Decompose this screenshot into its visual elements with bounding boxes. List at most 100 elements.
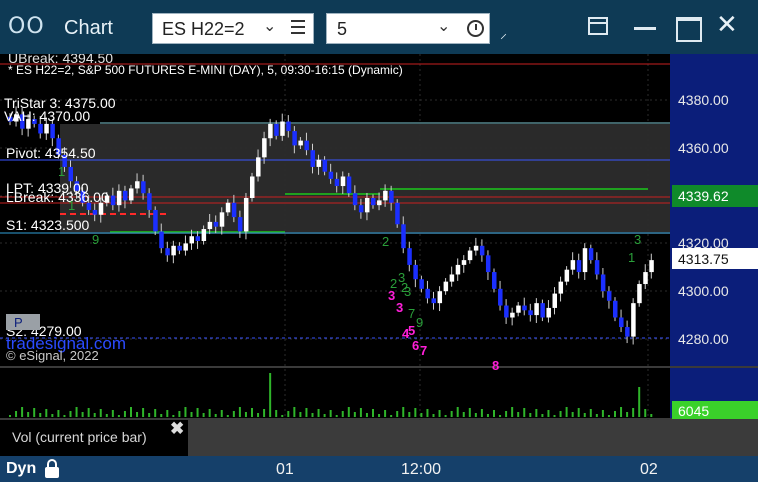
s1-label: S1: 4323.500 [6,217,90,233]
candle-body [558,281,564,294]
pin-icon[interactable]: ⸝ [500,24,532,56]
candle-body [492,272,497,289]
volume-bar [105,414,108,417]
chevron-down-icon[interactable]: ⌄ [437,16,450,36]
volume-bar [130,407,132,417]
menu-icon[interactable] [291,20,305,38]
volume-bar [21,407,24,417]
candle-body [606,291,612,301]
volume-bar [136,412,139,417]
candle-body [292,131,297,146]
volume-bar [323,414,326,417]
volume-bar [317,409,320,417]
candle-body [207,221,213,230]
volume-bar [523,408,526,417]
candle-body [213,221,219,227]
clock-icon[interactable] [467,20,484,37]
window-title-bar: OO Chart ES H22=2 ⌄ 5 ⌄ ⸝ ✕ [0,0,758,54]
candle-body [298,140,303,146]
volume-bar [480,409,483,417]
price-chart[interactable]: UBreak: 4394.50 * ES H22=2, S&P 500 FUTU… [0,54,758,456]
volume-bar [329,410,332,417]
volume-bar [505,411,508,417]
volume-bar [626,412,629,417]
candle-body [600,274,606,292]
volume-bar [468,408,471,417]
volume-bar [196,408,199,417]
candle-body [516,305,521,313]
volume-bar [160,414,163,417]
candle-body [371,197,376,206]
interval-input[interactable]: 5 ⌄ [326,13,490,44]
volume-legend-label: Vol (current price bar) [12,429,147,445]
volume-legend[interactable]: Vol (current price bar) ✖ [4,419,188,454]
candle-body [443,281,449,292]
volume-bar [535,409,538,417]
volume-bar [553,415,556,417]
sequence-marker: 1 [68,198,75,213]
candle-body [340,176,346,187]
page-setup-icon[interactable] [584,12,616,44]
candle-body [268,123,273,139]
volume-bar [269,373,272,417]
volume-bar [559,411,562,417]
candle-body [286,121,291,132]
price-tick: 4360.00 [678,140,729,156]
volume-bar [372,409,374,417]
candle-body [159,231,164,249]
volume-bar [244,412,247,417]
p-badge[interactable] [6,314,40,330]
volume-bar [359,408,362,417]
volume-bar [9,415,11,417]
volume-bar [335,415,338,417]
candle-body [310,150,315,167]
candle-body [122,190,128,201]
candle-body [177,245,182,251]
candle-body [383,190,388,201]
sequence-marker: 9 [92,232,99,247]
price-tick: 4300.00 [678,283,729,299]
sequence-marker: 1 [628,250,635,265]
candle-body [153,209,158,232]
candle-body [189,236,194,244]
candle-body [522,305,527,311]
volume-bar [365,413,368,417]
sequence-marker: 8 [492,358,499,373]
sequence-marker: 7 [420,343,427,358]
volume-bar [638,387,641,417]
candle-body [135,181,140,189]
symbol-input[interactable]: ES H22=2 ⌄ [152,13,314,44]
volume-bar [75,407,78,417]
candle-body [165,248,170,256]
candle-body [141,181,146,194]
candle-body [425,288,430,299]
last-price-badge-label: 4313.75 [678,251,729,267]
volume-badge-label: 6045 [678,403,709,419]
window-title: Chart [64,17,113,39]
volume-bar [166,410,169,417]
chevron-down-icon[interactable]: ⌄ [263,16,276,36]
sequence-marker: 3 [404,284,411,299]
candle-body [546,307,551,318]
lock-icon[interactable] [45,459,59,478]
close-icon[interactable]: ✕ [716,10,748,42]
candle-body [401,224,406,249]
minimize-icon[interactable] [630,12,662,44]
candle-body [346,176,352,194]
volume-bar [299,412,302,417]
candle-body [183,243,188,251]
candle-body [195,236,201,242]
volume-bar [117,415,120,417]
dyn-mode-label[interactable]: Dyn [6,460,36,478]
volume-bar [45,409,48,417]
close-icon[interactable]: ✖ [170,419,184,439]
candle-body [389,190,394,203]
maximize-icon[interactable] [672,12,704,44]
volume-bar [148,413,151,417]
volume-bar [474,413,477,417]
candle-body [92,209,98,215]
volume-bar [450,411,453,417]
candle-body [570,260,576,270]
volume-bar [69,411,72,417]
volume-bar [601,410,604,417]
